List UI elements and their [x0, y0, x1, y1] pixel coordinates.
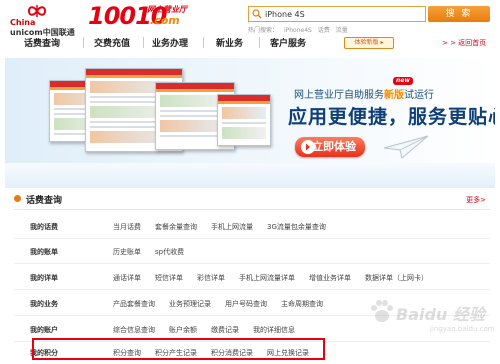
hot-search-link[interactable]: iPhone4S	[284, 27, 312, 34]
query-link[interactable]: 套餐余量查询	[155, 222, 197, 232]
row-label[interactable]: 我的业务	[30, 299, 58, 309]
section-bullet-icon	[14, 195, 21, 202]
main-nav: 话费查询 交费充值 业务办理 新业务 客户服务 体验新版 ▸ > > 返回首页	[14, 36, 490, 52]
search-box[interactable]	[248, 6, 426, 22]
nav-divider	[143, 37, 144, 48]
row-links: 历史账单 sp代收费	[113, 247, 198, 257]
unicom-knot-icon	[27, 5, 47, 17]
arrow-right-icon	[301, 140, 315, 154]
query-link[interactable]: 数据详单（上网卡）	[365, 273, 428, 283]
hot-search-label: 热门搜索：	[248, 27, 279, 34]
query-link[interactable]: 当月话费	[113, 222, 141, 232]
promo-banner[interactable]: new 网上营业厅自助服务新版试运行 应用更便捷，服务更贴心！ 立即体验	[5, 58, 495, 188]
row-label[interactable]: 我的账户	[30, 325, 58, 335]
highlight-annotation-box	[32, 338, 325, 360]
brand-domain: .com	[150, 14, 180, 27]
try-new-version-badge[interactable]: 体验新版 ▸	[344, 37, 394, 49]
list-item: 我的话费 当月话费 套餐余量查询 手机上网流量 3G流量包余量查询	[14, 218, 490, 238]
search-icon	[252, 9, 262, 19]
query-link[interactable]: 我的详细信息	[253, 325, 295, 335]
china-unicom-logo[interactable]: China unicom中国联通	[6, 2, 86, 37]
hot-search-link[interactable]: 话费	[318, 27, 330, 34]
paper-plane-icon	[383, 135, 429, 159]
query-link[interactable]: 账户余额	[169, 325, 197, 335]
query-link[interactable]: 缴费记录	[211, 325, 239, 335]
nav-item-bill-query[interactable]: 话费查询	[24, 36, 60, 49]
row-links: 通话详单 短信详单 彩信详单 手机上网流量详单 增值业务详单 数据详单（上网卡）	[113, 273, 442, 283]
hot-search-link[interactable]: 流量	[336, 27, 348, 34]
banner-slogan: 应用更便捷，服务更贴心！	[288, 106, 495, 128]
search-input[interactable]	[265, 8, 423, 20]
screenshot-thumbnail	[217, 94, 271, 146]
row-label[interactable]: 我的详单	[30, 273, 58, 283]
query-link[interactable]: 短信详单	[155, 273, 183, 283]
row-links: 当月话费 套餐余量查询 手机上网流量 3G流量包余量查询	[113, 222, 340, 232]
query-link[interactable]: 彩信详单	[197, 273, 225, 283]
row-label[interactable]: 我的话费	[30, 222, 58, 232]
nav-item-new-business[interactable]: 新业务	[216, 36, 243, 49]
query-link[interactable]: sp代收费	[155, 247, 184, 257]
banner-title: 网上营业厅自助服务新版试运行	[294, 90, 434, 101]
row-label[interactable]: 我的账单	[30, 247, 58, 257]
query-link[interactable]: 3G流量包余量查询	[267, 222, 326, 232]
nav-item-business[interactable]: 业务办理	[152, 36, 188, 49]
row-divider	[14, 238, 490, 239]
section-title: 话费查询	[26, 196, 63, 206]
try-now-button[interactable]: 立即体验	[295, 137, 365, 157]
new-tag: new	[393, 77, 413, 85]
query-link[interactable]: 用户号码查询	[225, 299, 267, 309]
query-link[interactable]: 通话详单	[113, 273, 141, 283]
query-link[interactable]: 增值业务详单	[309, 273, 351, 283]
query-link[interactable]: 手机上网流量详单	[239, 273, 295, 283]
more-link[interactable]: 更多>	[466, 195, 486, 205]
section-header: 话费查询 更多>	[14, 190, 490, 210]
row-links: 综合信息查询 账户余额 缴费记录 我的详细信息	[113, 325, 309, 335]
list-item: 我的账单 历史账单 sp代收费	[14, 243, 490, 263]
query-link[interactable]: 产品套餐查询	[113, 299, 155, 309]
query-link[interactable]: 综合信息查询	[113, 325, 155, 335]
nav-item-recharge[interactable]: 交费充值	[94, 36, 130, 49]
row-links: 产品套餐查询 业务预理记录 用户号码查询 主命周期查询	[113, 299, 337, 309]
bill-query-section: 话费查询 更多>	[14, 190, 490, 210]
query-link[interactable]: 主命周期查询	[281, 299, 323, 309]
query-link[interactable]: 历史账单	[113, 247, 141, 257]
nav-item-customer-service[interactable]: 客户服务	[270, 36, 306, 49]
nav-divider	[203, 37, 204, 48]
nav-divider	[83, 37, 84, 48]
baidu-watermark: Baidu 经验 jingyan.baidu.com	[368, 285, 496, 361]
banner-floor	[5, 163, 495, 188]
hot-search-links: 热门搜索： iPhone4S 话费 流量	[248, 25, 352, 34]
back-home-link[interactable]: > > 返回首页	[442, 38, 486, 48]
logo-text: China unicom中国联通	[10, 18, 75, 37]
search-button[interactable]: 搜 索	[428, 6, 490, 22]
nav-divider	[259, 37, 260, 48]
watermark-text: Baidu 经验	[396, 305, 485, 324]
row-divider	[14, 263, 490, 264]
query-link[interactable]: 业务预理记录	[169, 299, 211, 309]
header: Chinaunicom中国联通 10010 网上营业厅 .com 搜 索 热门搜…	[0, 0, 500, 37]
watermark-url: jingyan.baidu.com	[430, 325, 495, 333]
paw-icon	[371, 300, 393, 322]
query-link[interactable]: 手机上网流量	[211, 222, 253, 232]
